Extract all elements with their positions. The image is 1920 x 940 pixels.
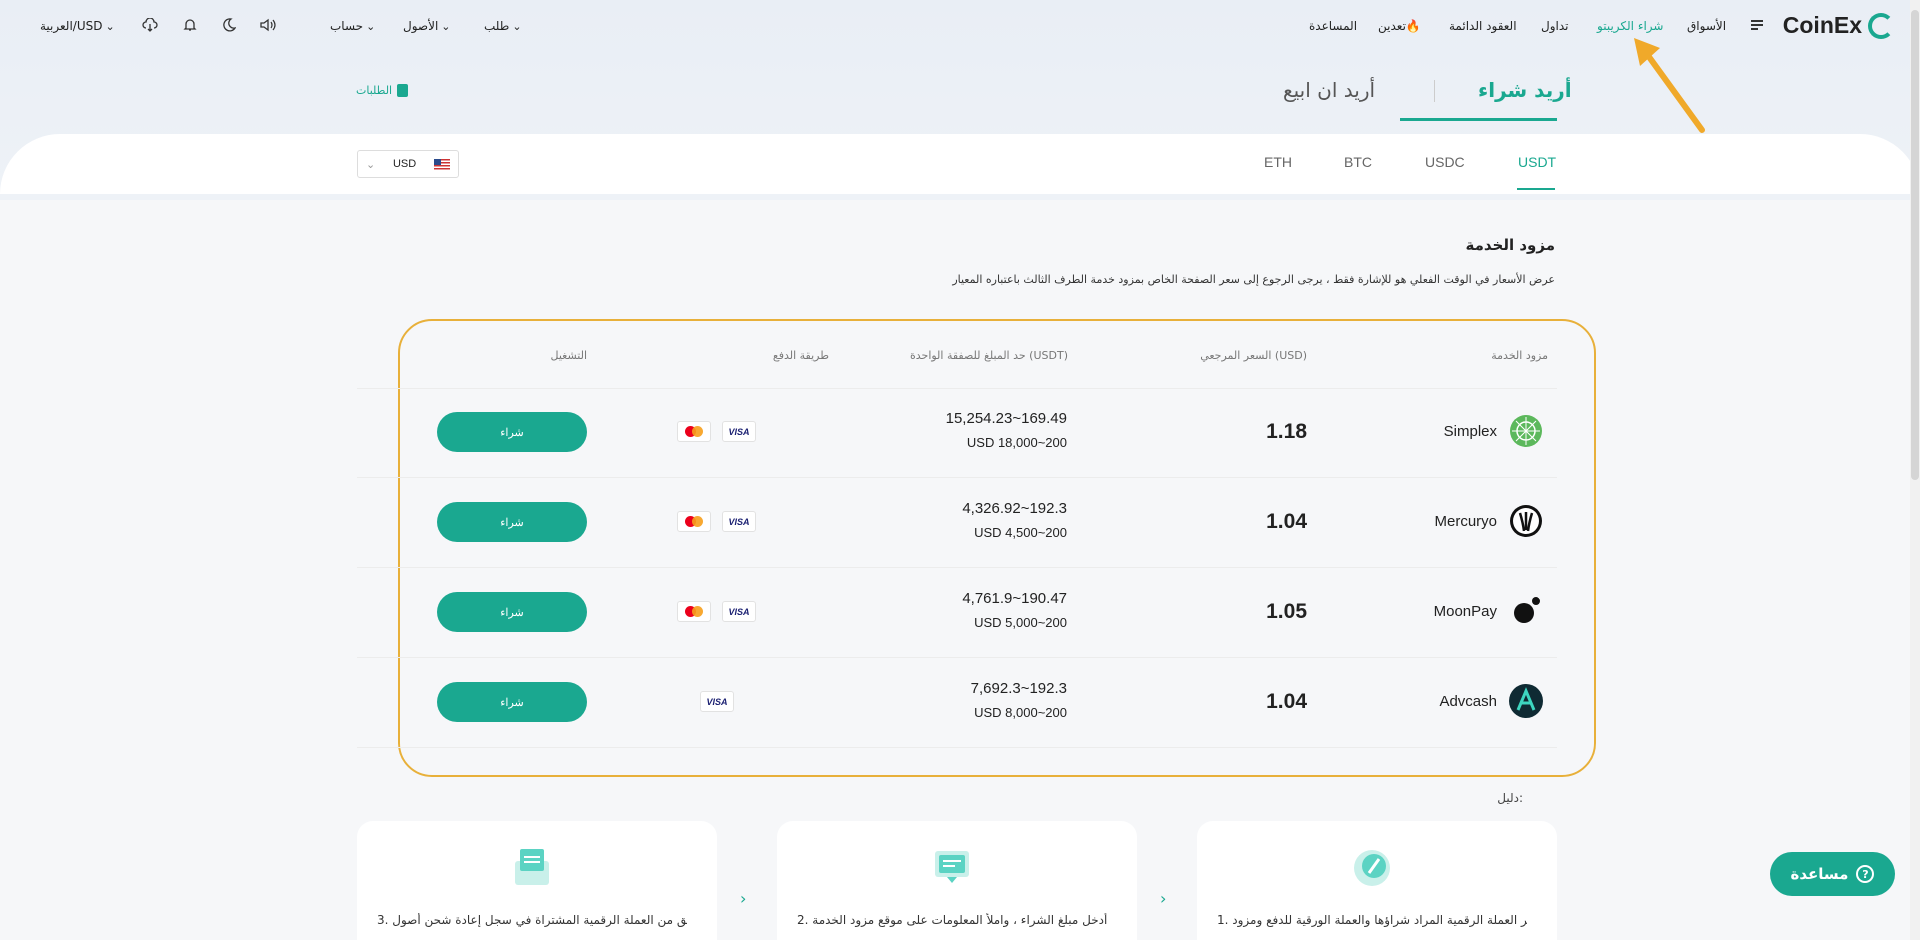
tab-divider <box>1434 80 1435 102</box>
nav-markets[interactable]: الأسواق <box>1687 19 1726 33</box>
tab-usdc[interactable]: USDC <box>1425 154 1465 170</box>
coin-select-icon <box>1354 850 1390 886</box>
header-provider: مزود الخدمة <box>1491 349 1548 362</box>
table-row-divider <box>357 567 1557 568</box>
help-label: مساعدة <box>1790 865 1849 883</box>
limit-fiat: USD 8,000~200 <box>974 705 1067 720</box>
tab-buy[interactable]: أريد شراء <box>1478 78 1572 102</box>
buy-button[interactable]: شراء <box>437 412 587 452</box>
limit-fiat: USD 5,000~200 <box>974 615 1067 630</box>
limit-fiat: USD 18,000~200 <box>966 435 1067 450</box>
moonpay-logo-icon <box>1514 597 1540 623</box>
table-row-divider <box>357 747 1557 748</box>
provider-name: Simplex <box>1443 423 1497 440</box>
table-row-divider <box>357 657 1557 658</box>
language-currency-selector[interactable]: العربية/USD <box>40 19 115 33</box>
menu-icon[interactable] <box>1751 20 1763 30</box>
provider-name: Mercuryo <box>1434 513 1497 530</box>
limit-fiat: USD 4,500~200 <box>974 525 1067 540</box>
provider-name: Advcash <box>1439 693 1497 710</box>
annotation-arrow-icon <box>1634 38 1705 133</box>
tab-eth[interactable]: ETH <box>1264 154 1292 170</box>
tab-usdt-underline <box>1517 188 1555 190</box>
notification-bell-icon[interactable] <box>181 16 199 34</box>
nav-buy-crypto[interactable]: شراء الكريبتو <box>1597 19 1664 33</box>
volume-icon[interactable] <box>259 16 277 34</box>
section-title: مزود الخدمة <box>1465 236 1556 254</box>
header-limit: حد المبلغ للصفقة الواحدة (USDT) <box>909 349 1068 362</box>
orders-label: الطلبات <box>356 84 393 97</box>
question-icon: ? <box>1856 865 1875 883</box>
chevron-down-icon: ⌄ <box>366 158 376 171</box>
reference-price: 1.05 <box>1266 600 1307 623</box>
mining-label: تعدين <box>1378 19 1406 33</box>
nav-assets[interactable]: الأصول <box>403 19 451 33</box>
receipt-check-icon <box>515 849 549 885</box>
chevron-left-icon: › <box>740 889 747 908</box>
buy-button[interactable]: شراء <box>437 682 587 722</box>
tab-sell[interactable]: أريد ان ابيع <box>1283 78 1375 102</box>
document-icon <box>397 84 409 97</box>
us-flag-icon <box>433 158 450 170</box>
tab-btc[interactable]: BTC <box>1344 154 1372 170</box>
simplex-logo-icon <box>1510 415 1542 447</box>
mastercard-icon <box>677 511 711 532</box>
scrollbar-thumb[interactable] <box>1911 10 1919 480</box>
header-ref-price: السعر المرجعي (USD) <box>1200 349 1307 362</box>
reference-price: 1.04 <box>1266 690 1307 713</box>
advcash-logo-icon <box>1509 684 1543 718</box>
nav-orders[interactable]: طلب <box>484 19 522 33</box>
visa-icon: VISA <box>722 601 756 622</box>
table-row-divider <box>357 477 1557 478</box>
form-fill-icon <box>935 851 969 883</box>
table-row-divider <box>357 388 1557 389</box>
provider-name: MoonPay <box>1433 603 1497 620</box>
guide-step-1: 1. اختر العملة الرقمية المراد شراؤها وال… <box>1197 821 1557 940</box>
limit-crypto: 7,692.3~192.3 <box>970 680 1067 697</box>
content-band <box>0 134 1920 194</box>
fire-icon: 🔥 <box>1405 19 1421 33</box>
orders-link[interactable]: الطلبات <box>356 84 409 97</box>
fiat-currency-select[interactable]: ⌄ USD <box>357 150 459 178</box>
limit-crypto: 15,254.23~169.49 <box>945 410 1067 427</box>
guide-step-2: 2. أدخل مبلغ الشراء ، واملأ المعلومات عل… <box>777 821 1137 940</box>
nav-mining[interactable]: تعدين🔥 <box>1378 19 1421 33</box>
tab-buy-underline <box>1400 118 1557 121</box>
chevron-left-icon: › <box>1160 889 1167 908</box>
header-action: التشغيل <box>550 349 588 362</box>
nav-trade[interactable]: تداول <box>1541 19 1569 33</box>
nav-futures[interactable]: العقود الدائمة <box>1449 19 1517 33</box>
limit-crypto: 4,761.9~190.47 <box>962 590 1067 607</box>
visa-icon: VISA <box>722 511 756 532</box>
guide-label: دليل: <box>1497 791 1523 805</box>
logo-icon <box>1868 12 1894 39</box>
dark-mode-icon[interactable] <box>220 16 238 34</box>
mastercard-icon <box>677 601 711 622</box>
header-payment: طريقة الدفع <box>772 349 829 362</box>
mastercard-icon <box>677 421 711 442</box>
section-description: عرض الأسعار في الوقت الفعلي هو للإشارة ف… <box>952 273 1555 286</box>
limit-crypto: 4,326.92~192.3 <box>962 500 1067 517</box>
coinex-logo[interactable]: CoinEx <box>1783 12 1894 39</box>
visa-icon: VISA <box>722 421 756 442</box>
buy-button[interactable]: شراء <box>437 502 587 542</box>
guide-step-3: 3. تحقق من العملة الرقمية المشتراة في سج… <box>357 821 717 940</box>
guide-step-text: 3. تحقق من العملة الرقمية المشتراة في سج… <box>377 913 687 927</box>
guide-step-text: 1. اختر العملة الرقمية المراد شراؤها وال… <box>1217 913 1527 927</box>
download-cloud-icon[interactable] <box>141 16 159 34</box>
reference-price: 1.04 <box>1266 510 1307 533</box>
tab-usdt[interactable]: USDT <box>1518 154 1556 170</box>
help-button[interactable]: مساعدة ? <box>1770 852 1895 896</box>
guide-step-text: 2. أدخل مبلغ الشراء ، واملأ المعلومات عل… <box>797 913 1107 927</box>
logo-text: CoinEx <box>1782 12 1862 38</box>
nav-account[interactable]: حساب <box>330 19 375 33</box>
fiat-selected: USD <box>392 158 417 170</box>
reference-price: 1.18 <box>1266 420 1307 443</box>
buy-button[interactable]: شراء <box>437 592 587 632</box>
visa-icon: VISA <box>700 691 734 712</box>
mercuryo-logo-icon <box>1510 505 1542 537</box>
nav-help[interactable]: المساعدة <box>1309 19 1357 33</box>
